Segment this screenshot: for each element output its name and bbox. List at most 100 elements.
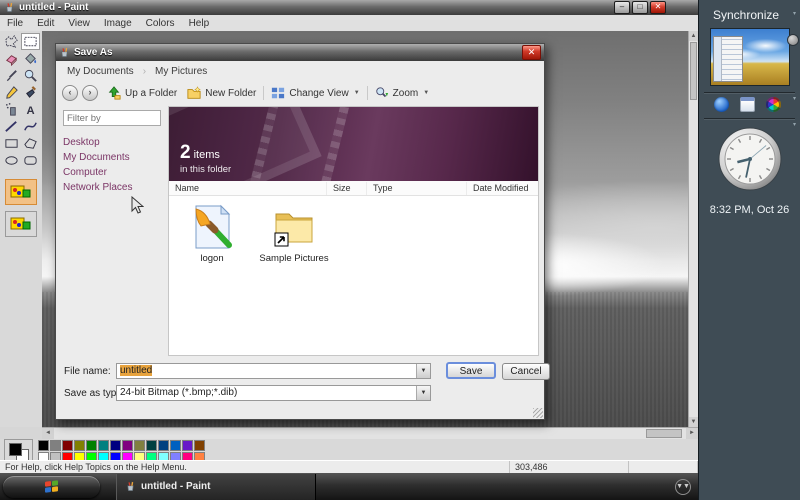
forward-icon[interactable]: ›	[82, 85, 98, 101]
palette-color[interactable]	[74, 440, 85, 451]
item-count-subtitle: in this folder	[180, 165, 231, 175]
horizontal-scrollbar[interactable]: ◄ ►	[42, 427, 698, 439]
dialog-close-icon[interactable]: ✕	[522, 45, 541, 60]
scroll-down-icon[interactable]: ▼	[689, 417, 698, 427]
desktop-preview-thumbnail[interactable]	[710, 28, 790, 86]
tool-curve[interactable]	[21, 118, 40, 135]
breadcrumb-my-documents[interactable]: My Documents	[67, 66, 134, 77]
close-icon[interactable]: ✕	[650, 1, 666, 14]
column-date-modified[interactable]: Date Modified	[467, 182, 538, 195]
place-network-places[interactable]: Network Places	[63, 180, 165, 195]
section-collapse-icon[interactable]: ▾	[793, 10, 796, 17]
restore-icon[interactable]: □	[632, 1, 648, 14]
tool-text[interactable]: A	[21, 101, 40, 118]
tool-ellipse[interactable]	[2, 152, 21, 169]
tool-eraser[interactable]	[2, 50, 21, 67]
paint-file-icon	[189, 204, 235, 250]
save-button[interactable]: Save	[446, 362, 496, 379]
toolbar-button-change-view[interactable]: Change View▼	[266, 84, 364, 102]
filter-input[interactable]	[63, 110, 161, 126]
palette-button-1[interactable]	[5, 179, 37, 205]
place-computer[interactable]: Computer	[63, 165, 165, 180]
palette-color[interactable]	[158, 440, 169, 451]
scroll-right-icon[interactable]: ►	[686, 428, 698, 439]
scroll-up-icon[interactable]: ▲	[689, 31, 698, 41]
tool-select[interactable]	[21, 33, 40, 50]
column-header-row: NameSizeTypeDate Modified	[169, 181, 538, 196]
folder-banner: 2items in this folder	[169, 107, 538, 181]
palette-color[interactable]	[182, 440, 193, 451]
toolbar-separator	[367, 86, 368, 100]
back-icon[interactable]: ‹	[62, 85, 78, 101]
toolbar-button-zoom[interactable]: Zoom▼	[370, 84, 435, 102]
file-item-sample-pictures[interactable]: Sample Pictures	[257, 204, 331, 264]
tool-pick-color[interactable]	[2, 67, 21, 84]
scroll-left-icon[interactable]: ◄	[42, 428, 54, 439]
window-icon[interactable]	[740, 97, 755, 112]
file-name-combo[interactable]: untitled ▼	[116, 363, 431, 379]
color-wheel-icon[interactable]	[766, 97, 781, 112]
save-as-type-combo[interactable]: 24-bit Bitmap (*.bmp;*.dib) ▼	[116, 385, 431, 401]
breadcrumb-my-pictures[interactable]: My Pictures	[155, 66, 207, 77]
palette-color[interactable]	[38, 440, 49, 451]
menu-colors[interactable]: Colors	[139, 16, 182, 31]
horizontal-scroll-thumb[interactable]	[646, 429, 682, 438]
menu-help[interactable]: Help	[182, 16, 217, 31]
palette-color[interactable]	[98, 440, 109, 451]
chevron-down-icon[interactable]: ▼	[416, 364, 430, 378]
tool-magnifier[interactable]	[21, 67, 40, 84]
place-desktop[interactable]: Desktop	[63, 135, 165, 150]
menu-edit[interactable]: Edit	[30, 16, 61, 31]
palette-color[interactable]	[50, 440, 61, 451]
minimize-icon[interactable]: –	[614, 1, 630, 14]
palette-color[interactable]	[62, 440, 73, 451]
tool-pencil[interactable]	[2, 84, 21, 101]
column-type[interactable]: Type	[367, 182, 467, 195]
tool-fill-with-color[interactable]	[21, 50, 40, 67]
palette-color[interactable]	[122, 440, 133, 451]
palette-color[interactable]	[134, 440, 145, 451]
chevron-down-icon[interactable]: ▼	[423, 90, 429, 96]
tool-rounded-rectangle[interactable]	[21, 152, 40, 169]
vertical-scroll-thumb[interactable]	[690, 42, 697, 100]
dialog-titlebar[interactable]: Save As ✕	[56, 44, 544, 61]
palette-color[interactable]	[170, 440, 181, 451]
section-collapse-icon[interactable]: ▾	[793, 121, 796, 128]
palette-color[interactable]	[194, 440, 205, 451]
tool-line[interactable]	[2, 118, 21, 135]
tool-free-form-select[interactable]	[2, 33, 21, 50]
palette-button-2[interactable]	[5, 211, 37, 237]
column-name[interactable]: Name	[169, 182, 327, 195]
tool-rectangle[interactable]	[2, 135, 21, 152]
menu-view[interactable]: View	[61, 16, 97, 31]
tool-airbrush[interactable]	[2, 101, 21, 118]
file-item-logon[interactable]: logon	[175, 204, 249, 264]
tool-polygon[interactable]	[21, 135, 40, 152]
vertical-scrollbar[interactable]: ▲ ▼	[688, 31, 698, 427]
taskbar-item-paint[interactable]: untitled - Paint	[116, 474, 316, 500]
palette-color[interactable]	[146, 440, 157, 451]
place-my-documents[interactable]: My Documents	[63, 150, 165, 165]
start-button[interactable]	[3, 476, 100, 498]
palette-color[interactable]	[86, 440, 97, 451]
file-name-value[interactable]: untitled	[120, 365, 152, 376]
toolbar-button-up-a-folder[interactable]: Up a Folder	[102, 84, 182, 102]
chevron-down-icon[interactable]: ▼	[354, 90, 360, 96]
menu-image[interactable]: Image	[97, 16, 139, 31]
save-as-type-value[interactable]: 24-bit Bitmap (*.bmp;*.dib)	[117, 386, 416, 399]
chevron-down-icon[interactable]: ▼	[416, 386, 430, 400]
palette-color[interactable]	[110, 440, 121, 451]
dialog-title: Save As	[74, 47, 113, 58]
tool-brush[interactable]	[21, 84, 40, 101]
resize-grip[interactable]	[533, 408, 543, 418]
browser-icon[interactable]	[714, 97, 729, 112]
section-collapse-icon[interactable]: ▾	[793, 95, 796, 102]
item-count-label: items	[194, 149, 220, 161]
taskbar-chevron-icon[interactable]: ▼▼	[675, 479, 691, 495]
toolbar-button-new-folder[interactable]: New Folder	[182, 84, 261, 102]
column-size[interactable]: Size	[327, 182, 367, 195]
menu-file[interactable]: File	[0, 16, 30, 31]
cancel-button[interactable]: Cancel	[502, 363, 550, 380]
paint-titlebar[interactable]: untitled - Paint – □ ✕	[0, 0, 698, 15]
sidebar-round-button[interactable]	[787, 34, 799, 46]
